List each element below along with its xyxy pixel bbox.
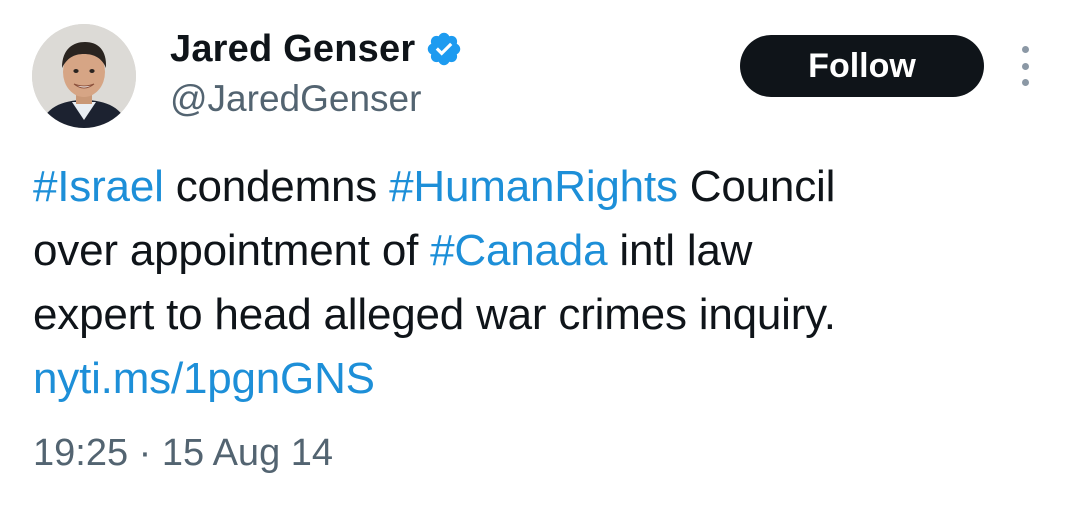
tweet-text-line: over appointment of #Canada intl law: [33, 219, 1053, 283]
tweet-text-segment: condemns: [163, 162, 390, 211]
hashtag-link[interactable]: #Canada: [430, 226, 607, 275]
more-dot: [1021, 62, 1029, 70]
tweet-text-segment: over appointment of: [33, 226, 431, 275]
url-link[interactable]: nyti.ms/1pgnGNS: [33, 354, 375, 403]
author-display-name[interactable]: Jared Genser: [170, 28, 415, 71]
profile-photo: [32, 24, 136, 128]
author-name-row: Jared Genser: [170, 26, 463, 72]
follow-button[interactable]: Follow: [740, 35, 984, 97]
hashtag-link[interactable]: #HumanRights: [389, 162, 678, 211]
author-handle[interactable]: @JaredGenser: [170, 78, 421, 120]
tweet-text-segment: expert to head alleged war crimes inquir…: [33, 290, 836, 339]
tweet-card: Jared Genser @JaredGenser Follow #Israel…: [0, 0, 1080, 505]
tweet-timestamp[interactable]: 19:25 · 15 Aug 14: [33, 432, 333, 475]
tweet-text-segment: intl law: [607, 226, 753, 275]
more-options-icon[interactable]: [1012, 46, 1038, 86]
avatar[interactable]: [32, 24, 136, 128]
tweet-text-line: #Israel condemns #HumanRights Council: [33, 155, 1053, 219]
hashtag-link[interactable]: #Israel: [33, 162, 164, 211]
tweet-text-line: nyti.ms/1pgnGNS: [33, 347, 1053, 411]
verified-badge-icon[interactable]: [425, 30, 463, 68]
tweet-text-segment: Council: [677, 162, 836, 211]
tweet-text-line: expert to head alleged war crimes inquir…: [33, 283, 1053, 347]
more-dot: [1021, 79, 1029, 86]
more-dot: [1021, 46, 1029, 53]
tweet-text: #Israel condemns #HumanRights Council ove…: [33, 155, 1053, 411]
